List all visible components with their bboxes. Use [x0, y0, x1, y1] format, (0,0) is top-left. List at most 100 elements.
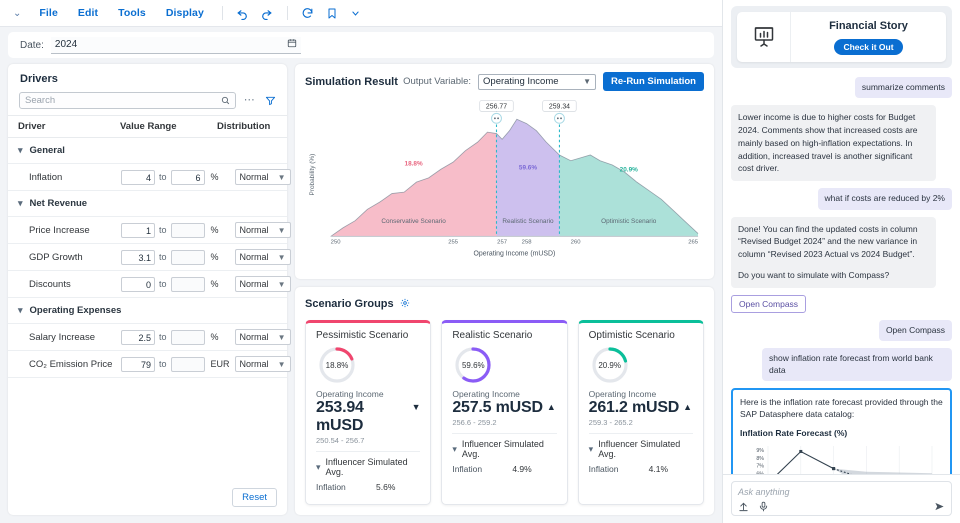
region-share-label: 20.9% — [620, 167, 638, 174]
chat-messages-scroll[interactable]: Financial Story Check it Out summarize c… — [723, 0, 960, 474]
driver-distribution-select[interactable]: Normal▼ — [235, 249, 291, 265]
rerun-simulation-button[interactable]: Re-Run Simulation — [603, 72, 704, 91]
search-icon[interactable] — [221, 92, 230, 110]
driver-row: Inflation4to6%Normal▼ — [8, 164, 287, 191]
driver-group-header[interactable]: ▾Net Revenue — [8, 191, 287, 217]
driver-unit: % — [211, 172, 235, 182]
card-divider — [316, 451, 420, 452]
scenario-kpi-range: 259.3 - 265.2 — [589, 418, 693, 427]
search-input[interactable]: Search — [19, 92, 236, 109]
chevron-down-icon: ▾ — [18, 146, 23, 155]
scenario-card[interactable]: Optimistic Scenario20.9%Operating Income… — [578, 320, 704, 505]
gear-icon[interactable] — [400, 295, 410, 313]
driver-name: Discounts — [29, 279, 121, 290]
driver-max-input[interactable] — [171, 223, 205, 238]
calendar-icon[interactable] — [287, 38, 297, 51]
chevron-down-icon[interactable] — [345, 3, 367, 23]
influencer-name: Inflation — [452, 464, 512, 474]
refresh-icon[interactable] — [297, 3, 319, 23]
chat-paragraph: Do you want to simulate with Compass? — [738, 269, 929, 282]
toolbar-divider — [222, 6, 223, 20]
simulation-distribution-chart[interactable]: 256.77259.3418.8%Conservative Scenario59… — [305, 98, 704, 269]
scenario-probability-value: 18.8% — [318, 346, 356, 384]
output-variable-select[interactable]: Operating Income ▼ — [478, 74, 596, 90]
right-column: Simulation Result Output Variable: Opera… — [295, 64, 714, 515]
influencer-label: Influencer Simulated Avg. — [598, 439, 693, 459]
chevron-down-icon: ▼ — [278, 226, 286, 235]
open-compass-chip-button[interactable]: Open Compass — [731, 295, 806, 313]
scenario-probability-gauge: 20.9% — [591, 346, 629, 384]
driver-distribution-select[interactable]: Normal▼ — [235, 356, 291, 372]
menu-edit[interactable]: Edit — [69, 3, 107, 23]
driver-distribution-select[interactable]: Normal▼ — [235, 276, 291, 292]
influencer-name: Inflation — [589, 464, 649, 474]
driver-max-input[interactable] — [171, 277, 205, 292]
influencer-section-header[interactable]: ▾ Influencer Simulated Avg. — [316, 457, 420, 477]
menu-file[interactable]: File — [30, 3, 67, 23]
redo-icon[interactable] — [256, 3, 278, 23]
menu-tools[interactable]: Tools — [109, 3, 155, 23]
toolbar-collapse-caret-icon[interactable]: ⌄ — [6, 8, 28, 19]
app-root: ⌄ File Edit Tools Display — [0, 0, 960, 523]
scenario-kpi-range: 256.6 - 259.2 — [452, 418, 556, 427]
attach-upload-icon[interactable] — [738, 501, 749, 512]
trend-arrow-icon: ▼ — [412, 399, 421, 415]
column-value-range: Value Range — [120, 121, 217, 132]
driver-min-input[interactable]: 3.1 — [121, 250, 155, 265]
driver-min-input[interactable]: 1 — [121, 223, 155, 238]
microphone-icon[interactable] — [758, 501, 769, 512]
overflow-menu-icon[interactable]: ⋯ — [242, 95, 257, 106]
influencer-section-header[interactable]: ▾ Influencer Simulated Avg. — [589, 439, 693, 459]
distribution-value: Normal — [240, 279, 269, 289]
driver-max-input[interactable]: 6 — [171, 170, 205, 185]
driver-distribution-select[interactable]: Normal▼ — [235, 222, 291, 238]
check-it-out-button[interactable]: Check it Out — [834, 39, 902, 55]
scenario-card-title: Realistic Scenario — [452, 330, 556, 341]
date-input[interactable]: 2024 — [51, 37, 301, 54]
driver-value-range: 4to6% — [121, 170, 235, 185]
driver-group-header[interactable]: ▾Operating Expenses — [8, 298, 287, 324]
chat-message-user: Open Compass — [879, 320, 952, 341]
driver-distribution-select[interactable]: Normal▼ — [235, 329, 291, 345]
driver-group-header[interactable]: ▾General — [8, 138, 287, 164]
chevron-down-icon: ▾ — [316, 463, 321, 472]
influencer-section-header[interactable]: ▾Influencer Simulated Avg. — [452, 439, 556, 459]
range-to-label: to — [159, 225, 167, 235]
driver-min-input[interactable]: 2.5 — [121, 330, 155, 345]
driver-min-input[interactable]: 0 — [121, 277, 155, 292]
date-filter-bar: Date: 2024 — [8, 32, 714, 58]
chevron-down-icon: ▾ — [589, 445, 594, 454]
driver-min-input[interactable]: 79 — [121, 357, 155, 372]
send-icon[interactable] — [934, 501, 945, 512]
range-to-label: to — [159, 252, 167, 262]
chat-input-area: Ask anything — [723, 474, 960, 523]
chat-input-box[interactable]: Ask anything — [731, 481, 952, 516]
scenario-kpi-value-row: 261.2 mUSD▲ — [589, 399, 693, 417]
undo-icon[interactable] — [232, 3, 254, 23]
column-driver: Driver — [18, 121, 120, 132]
inflation-rate-forecast-chart[interactable]: 1%2%3%4%5%6%7%8%9%2021202220232024202520… — [740, 440, 938, 474]
driver-min-input[interactable]: 4 — [121, 170, 155, 185]
scenario-groups-title: Scenario Groups — [305, 298, 394, 310]
driver-max-input[interactable] — [171, 357, 205, 372]
driver-max-input[interactable] — [171, 330, 205, 345]
filter-icon[interactable] — [263, 95, 278, 106]
scenario-groups-header: Scenario Groups — [305, 295, 704, 313]
chat-message-user: what if costs are reduced by 2% — [818, 188, 952, 209]
reset-button[interactable]: Reset — [232, 488, 277, 507]
trend-arrow-icon: ▲ — [547, 399, 556, 415]
scenario-card-title: Pessimistic Scenario — [316, 330, 420, 341]
scenario-cards: Pessimistic Scenario 18.8% Operating Incom… — [305, 320, 704, 505]
bookmark-icon[interactable] — [321, 3, 343, 23]
chevron-down-icon: ▾ — [18, 199, 23, 208]
driver-distribution-select[interactable]: Normal▼ — [235, 169, 291, 185]
chat-message-user: summarize comments — [855, 77, 952, 98]
driver-unit: % — [211, 225, 235, 235]
driver-max-input[interactable] — [171, 250, 205, 265]
scenario-kpi-label: Operating Income — [589, 389, 693, 399]
menu-display[interactable]: Display — [157, 3, 213, 23]
influencer-label: Influencer Simulated Avg. — [326, 457, 421, 477]
output-variable-label: Output Variable: — [403, 76, 471, 87]
scenario-card[interactable]: Pessimistic Scenario18.8%Operating Incom… — [305, 320, 431, 505]
scenario-card[interactable]: Realistic Scenario59.6%Operating Income2… — [441, 320, 567, 505]
